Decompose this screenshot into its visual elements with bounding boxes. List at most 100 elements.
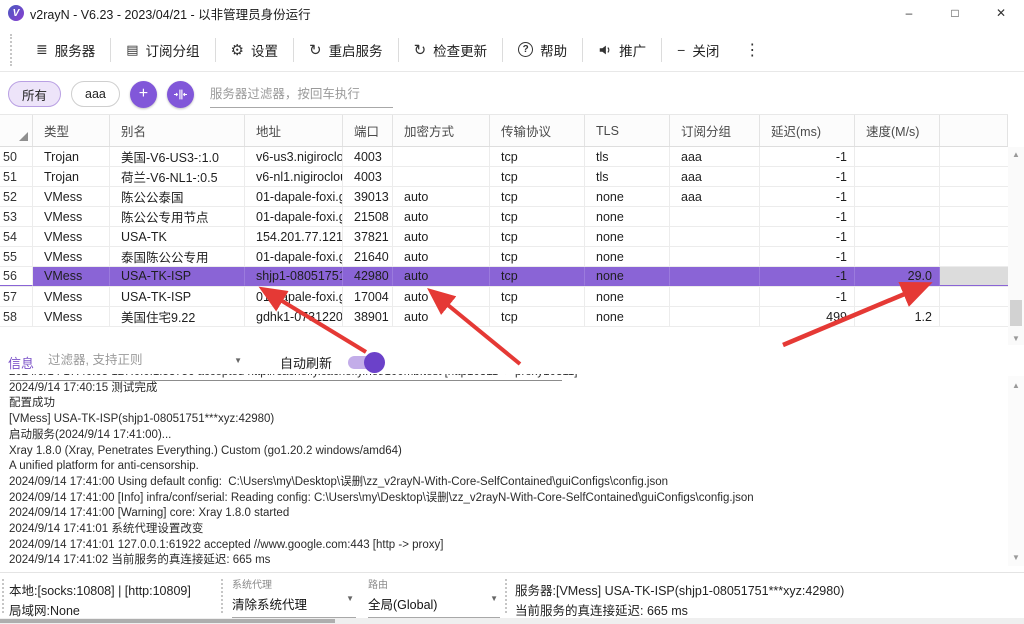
cell-encryption[interactable] (393, 167, 490, 186)
cell-transport[interactable]: tcp (490, 167, 585, 186)
cell-num[interactable]: 50 (0, 147, 33, 166)
cell-type[interactable]: Trojan (33, 167, 110, 186)
cell-num[interactable]: 52 (0, 187, 33, 206)
cell-delay[interactable]: -1 (760, 247, 855, 266)
cell-encryption[interactable]: auto (393, 247, 490, 266)
cell-alias[interactable]: 陈公公专用节点 (110, 207, 245, 226)
cell-port[interactable]: 4003 (343, 167, 393, 186)
column-header[interactable]: 传输协议 (490, 115, 585, 146)
cell-delay[interactable]: -1 (760, 187, 855, 206)
cell-delay[interactable]: -1 (760, 167, 855, 186)
log-filter-input[interactable] (48, 353, 226, 367)
cell-num[interactable]: 57 (0, 287, 33, 306)
cell-type[interactable]: VMess (33, 227, 110, 246)
cell-transport[interactable]: tcp (490, 287, 585, 306)
cell-type[interactable]: VMess (33, 267, 110, 286)
cell-num[interactable]: 51 (0, 167, 33, 186)
cell-encryption[interactable] (393, 147, 490, 166)
horizontal-scrollbar[interactable] (0, 618, 1024, 624)
log-output[interactable]: 2024/9/14 17:40:05 127.0.0.1:53756 accep… (0, 374, 1006, 568)
column-header[interactable]: 加密方式 (393, 115, 490, 146)
cell-transport[interactable]: tcp (490, 207, 585, 226)
auto-refresh-toggle[interactable] (348, 356, 382, 369)
cell-speed[interactable] (855, 287, 940, 306)
cell-num[interactable]: 58 (0, 307, 33, 326)
cell-alias[interactable]: 美国-V6-US3-:1.0 (110, 147, 245, 166)
cell-group[interactable] (670, 307, 760, 326)
cell-num[interactable]: 55 (0, 247, 33, 266)
table-row-52[interactable]: 52VMess陈公公泰国01-dapale-foxi.gan39013autot… (0, 187, 1008, 207)
cell-encryption[interactable]: auto (393, 207, 490, 226)
cell-speed[interactable] (855, 227, 940, 246)
cell-delay[interactable]: -1 (760, 207, 855, 226)
cell-address[interactable]: v6-us3.nigirocloud. (245, 147, 343, 166)
table-row-51[interactable]: 51Trojan荷兰-V6-NL1-:0.5v6-nl1.nigirocloud… (0, 167, 1008, 187)
cell-speed[interactable]: 1.2 (855, 307, 940, 326)
toolbar-button-close[interactable]: −关闭 (662, 35, 734, 65)
table-row-56[interactable]: 56VMessUSA-TK-ISPshjp1-08051751.5242980a… (0, 267, 1008, 287)
cell-port[interactable]: 38901 (343, 307, 393, 326)
chevron-down-icon[interactable]: ▼ (490, 594, 498, 603)
scrollbar-thumb[interactable] (0, 619, 335, 623)
log-filter-combo[interactable]: ▼ (48, 351, 246, 373)
scroll-down-icon[interactable]: ▼ (1008, 550, 1024, 564)
cell-speed[interactable] (855, 247, 940, 266)
cell-transport[interactable]: tcp (490, 147, 585, 166)
cell-speed[interactable] (855, 187, 940, 206)
cell-address[interactable]: 01-dapale-foxi.gan (245, 187, 343, 206)
cell-port[interactable]: 37821 (343, 227, 393, 246)
cell-tls[interactable]: none (585, 287, 670, 306)
toolbar-button-servers[interactable]: ≣服务器 (21, 35, 110, 65)
cell-type[interactable]: Trojan (33, 147, 110, 166)
toolbar-button-promote[interactable]: 推广 (583, 35, 661, 65)
table-row-58[interactable]: 58VMess美国住宅9.22gdhk1-07312200.5238901aut… (0, 307, 1008, 327)
cell-alias[interactable]: 美国住宅9.22 (110, 307, 245, 326)
column-header[interactable]: 类型 (33, 115, 110, 146)
cell-tls[interactable]: none (585, 267, 670, 286)
scroll-down-icon[interactable]: ▼ (1008, 331, 1024, 345)
cell-num[interactable]: 54 (0, 227, 33, 246)
cell-group[interactable] (670, 247, 760, 266)
cell-tls[interactable]: tls (585, 147, 670, 166)
cell-encryption[interactable]: auto (393, 227, 490, 246)
cell-encryption[interactable]: auto (393, 187, 490, 206)
table-row-53[interactable]: 53VMess陈公公专用节点01-dapale-foxi.gan21508aut… (0, 207, 1008, 227)
cell-speed[interactable] (855, 147, 940, 166)
table-scrollbar[interactable]: ▲ ▼ (1008, 147, 1024, 345)
minimize-button[interactable]: – (886, 0, 932, 26)
table-row-57[interactable]: 57VMessUSA-TK-ISP01-dapale-foxi.gan17004… (0, 287, 1008, 307)
table-row-55[interactable]: 55VMess泰国陈公公专用01-dapale-foxi.gan21640aut… (0, 247, 1008, 267)
cell-num[interactable]: 53 (0, 207, 33, 226)
cell-delay[interactable]: -1 (760, 147, 855, 166)
cell-group[interactable]: aaa (670, 187, 760, 206)
column-header[interactable]: 端口 (343, 115, 393, 146)
server-filter-input[interactable] (210, 87, 395, 101)
cell-address[interactable]: 01-dapale-foxi.gan (245, 287, 343, 306)
cell-transport[interactable]: tcp (490, 307, 585, 326)
cell-tls[interactable]: none (585, 187, 670, 206)
cell-address[interactable]: v6-nl1.nigirocloud.c (245, 167, 343, 186)
cell-delay[interactable]: -1 (760, 227, 855, 246)
table-row-50[interactable]: 50Trojan美国-V6-US3-:1.0v6-us3.nigirocloud… (0, 147, 1008, 167)
column-header[interactable]: TLS (585, 115, 670, 146)
cell-port[interactable]: 4003 (343, 147, 393, 166)
chevron-down-icon[interactable]: ▼ (234, 356, 242, 365)
column-header[interactable]: 别名 (110, 115, 245, 146)
cell-transport[interactable]: tcp (490, 227, 585, 246)
cell-encryption[interactable]: auto (393, 307, 490, 326)
cell-alias[interactable]: 陈公公泰国 (110, 187, 245, 206)
chevron-down-icon[interactable]: ▼ (346, 594, 354, 603)
cell-group[interactable] (670, 267, 760, 286)
group-pill-所有[interactable]: 所有 (8, 81, 61, 107)
cell-group[interactable]: aaa (670, 147, 760, 166)
cell-group[interactable] (670, 207, 760, 226)
cell-group[interactable] (670, 287, 760, 306)
cell-encryption[interactable]: auto (393, 267, 490, 286)
toolbar-button-help[interactable]: ?帮助 (503, 35, 582, 65)
cell-group[interactable] (670, 227, 760, 246)
toolbar-button-subs[interactable]: ▤订阅分组 (111, 35, 214, 65)
cell-alias[interactable]: USA-TK-ISP (110, 267, 245, 286)
cell-transport[interactable]: tcp (490, 187, 585, 206)
info-tab-label[interactable]: 信息 (8, 353, 34, 372)
column-header[interactable]: 延迟(ms) (760, 115, 855, 146)
